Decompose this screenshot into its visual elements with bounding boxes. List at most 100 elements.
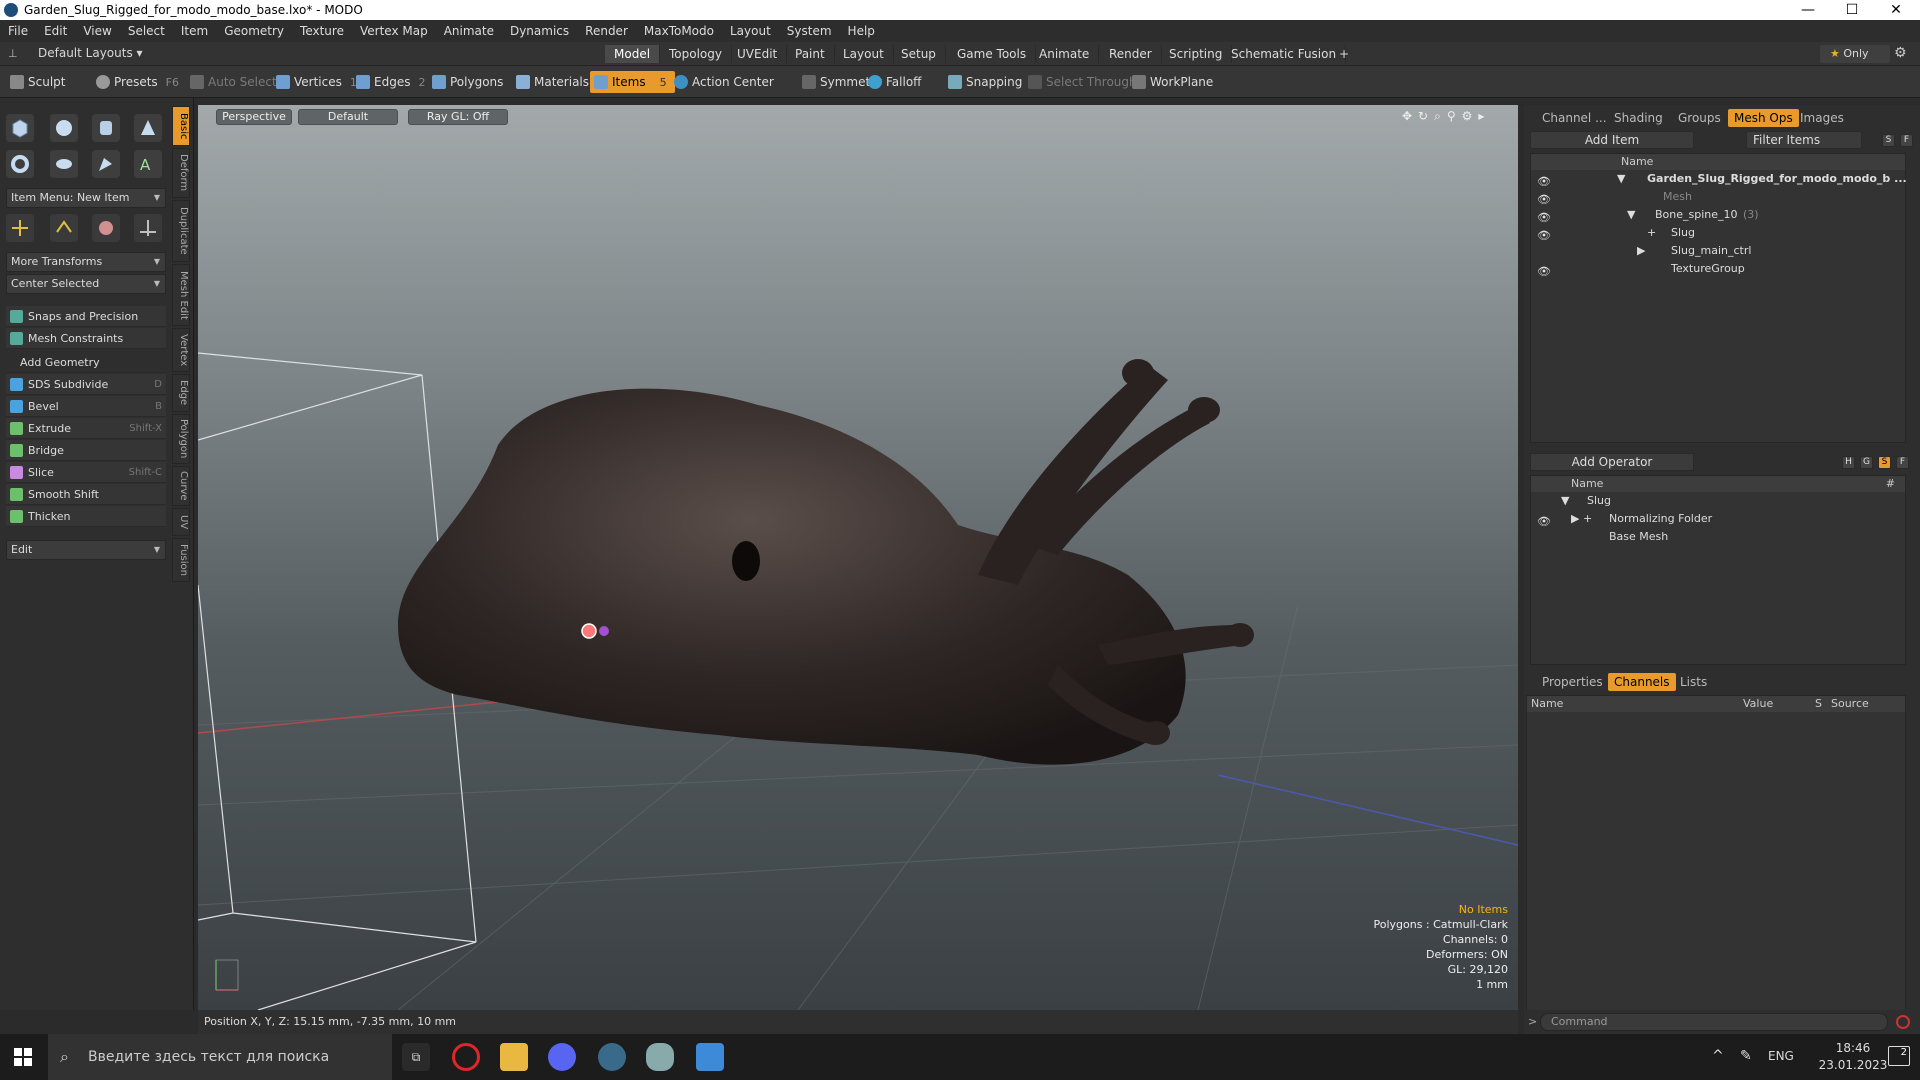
tab-mesh-ops[interactable]: Mesh Ops [1728, 109, 1799, 127]
pin-icon[interactable]: ⊥ [8, 47, 18, 60]
tool-slice[interactable]: Slice Shift-C [6, 462, 166, 483]
add-item-button[interactable]: Add Item [1530, 131, 1694, 149]
rotate-tool-button[interactable] [50, 214, 78, 242]
3d-viewport[interactable]: No Items Polygons : Catmull-Clark Channe… [198, 105, 1518, 1010]
op-h-toggle[interactable]: H [1842, 456, 1855, 469]
cone-primitive-button[interactable] [134, 114, 162, 142]
menu-item[interactable]: Item [173, 24, 216, 38]
tab-lists[interactable]: Lists [1674, 673, 1713, 691]
menu-view[interactable]: View [75, 24, 119, 38]
taskbar-search-input[interactable]: ⌕ Введите здесь текст для поиска [48, 1034, 392, 1080]
select-through-button[interactable]: Select Through [1024, 71, 1137, 93]
presets-button[interactable]: Presets F6 [92, 71, 179, 93]
move-tool-button[interactable] [6, 214, 34, 242]
vtab-polygon[interactable]: Polygon [172, 414, 190, 464]
edit-dropdown[interactable]: Edit [6, 540, 166, 560]
vtab-duplicate[interactable]: Duplicate [172, 200, 190, 262]
list-item[interactable]: 👁 TextureGroup [1531, 260, 1905, 278]
operator-item[interactable]: Base Mesh [1531, 528, 1905, 546]
tab-shading[interactable]: Shading [1608, 109, 1669, 127]
action-center-button[interactable]: Action Center [670, 71, 774, 93]
menu-maxtomodo[interactable]: MaxToModo [636, 24, 722, 38]
more-transforms-dropdown[interactable]: More Transforms [6, 252, 166, 272]
menu-animate[interactable]: Animate [436, 24, 502, 38]
op-s-toggle[interactable]: S [1878, 456, 1891, 469]
filter-items-input[interactable]: Filter Items [1746, 131, 1862, 149]
pen-tray-icon[interactable]: ✎ [1740, 1048, 1752, 1064]
eye-icon[interactable]: 👁 [1537, 209, 1551, 224]
edges-button[interactable]: Edges 2 [352, 71, 425, 93]
snapping-button[interactable]: Snapping [944, 71, 1022, 93]
gear-icon[interactable]: ⚙ [1894, 45, 1907, 61]
menu-dynamics[interactable]: Dynamics [502, 24, 577, 38]
vtab-edge[interactable]: Edge [172, 374, 190, 412]
tab-topology[interactable]: Topology [660, 45, 732, 63]
tool-smooth-shift[interactable]: Smooth Shift [6, 484, 166, 505]
pen-tool-button[interactable] [92, 150, 120, 178]
tool-bevel[interactable]: Bevel B [6, 396, 166, 417]
list-item[interactable]: ▶ Slug_main_ctrl [1531, 242, 1905, 260]
vtab-mesh-edit[interactable]: Mesh Edit [172, 264, 190, 326]
windows-start-icon[interactable] [14, 1048, 32, 1066]
tab-layout[interactable]: Layout [834, 45, 894, 63]
items-button[interactable]: Items 5 [590, 71, 675, 93]
blender-icon[interactable] [646, 1043, 674, 1071]
language-indicator[interactable]: ENG [1768, 1049, 1794, 1063]
eye-icon[interactable]: 👁 [1537, 263, 1551, 278]
tab-setup[interactable]: Setup [892, 45, 946, 63]
materials-button[interactable]: Materials [512, 71, 589, 93]
tab-animate[interactable]: Animate [1030, 45, 1100, 63]
filter-f-toggle[interactable]: F [1900, 134, 1913, 147]
tray-chevron-icon[interactable]: ^ [1712, 1048, 1724, 1064]
eye-icon[interactable]: 👁 [1537, 513, 1551, 528]
record-icon[interactable] [1896, 1015, 1910, 1029]
command-input[interactable]: Command [1540, 1013, 1888, 1031]
photos-icon[interactable] [696, 1043, 724, 1071]
opera-browser-icon[interactable] [452, 1043, 480, 1071]
tab-channels[interactable]: Channels [1608, 673, 1676, 691]
transform-tool-button[interactable] [134, 214, 162, 242]
op-g-toggle[interactable]: G [1860, 456, 1873, 469]
filter-s-toggle[interactable]: S [1882, 134, 1895, 147]
list-item[interactable]: 👁 ▼ Bone_spine_10 (3) [1531, 206, 1905, 224]
notification-icon[interactable]: 2 [1888, 1046, 1910, 1066]
tab-render[interactable]: Render [1100, 45, 1162, 63]
scale-tool-button[interactable] [92, 214, 120, 242]
menu-layout[interactable]: Layout [722, 24, 779, 38]
tool-bridge[interactable]: Bridge [6, 440, 166, 461]
workplane-button[interactable]: WorkPlane [1128, 71, 1213, 93]
menu-geometry[interactable]: Geometry [216, 24, 292, 38]
eye-icon[interactable]: 👁 [1537, 173, 1551, 188]
tab-game-tools[interactable]: Game Tools [948, 45, 1037, 63]
menu-system[interactable]: System [779, 24, 840, 38]
item-menu-dropdown[interactable]: Item Menu: New Item [6, 188, 166, 208]
snaps-precision-item[interactable]: Snaps and Precision [6, 306, 166, 327]
file-explorer-icon[interactable] [500, 1043, 528, 1071]
raygl-button[interactable]: Ray GL: Off [408, 109, 508, 125]
add-operator-button[interactable]: Add Operator [1530, 453, 1694, 471]
modo-taskbar-icon[interactable] [598, 1043, 626, 1071]
default-shading-button[interactable]: Default [298, 109, 398, 125]
tab-model[interactable]: Model [605, 45, 661, 63]
center-selected-dropdown[interactable]: Center Selected [6, 274, 166, 294]
vertices-button[interactable]: Vertices 1 [272, 71, 357, 93]
tool-sds-subdivide[interactable]: SDS Subdivide D [6, 374, 166, 395]
operator-item[interactable]: 👁 ▶ + Normalizing Folder [1531, 510, 1905, 528]
list-item[interactable]: 👁 + Slug [1531, 224, 1905, 242]
menu-help[interactable]: Help [840, 24, 883, 38]
cube-primitive-button[interactable] [6, 114, 34, 142]
sphere-primitive-button[interactable] [50, 114, 78, 142]
vtab-curve[interactable]: Curve [172, 466, 190, 506]
tab-paint[interactable]: Paint [786, 45, 835, 63]
polygons-button[interactable]: Polygons [428, 71, 503, 93]
auto-select-button[interactable]: Auto Select [186, 71, 277, 93]
menu-vertex-map[interactable]: Vertex Map [352, 24, 436, 38]
menu-texture[interactable]: Texture [292, 24, 352, 38]
tab-images[interactable]: Images [1794, 109, 1850, 127]
vtab-basic[interactable]: Basic [172, 106, 190, 146]
mesh-constraints-item[interactable]: Mesh Constraints [6, 328, 166, 349]
tab-uvedit[interactable]: UVEdit [728, 45, 788, 63]
add-geometry-header[interactable]: Add Geometry [6, 352, 166, 373]
sculpt-button[interactable]: Sculpt [6, 71, 65, 93]
task-view-icon[interactable]: ⧉ [402, 1043, 430, 1071]
